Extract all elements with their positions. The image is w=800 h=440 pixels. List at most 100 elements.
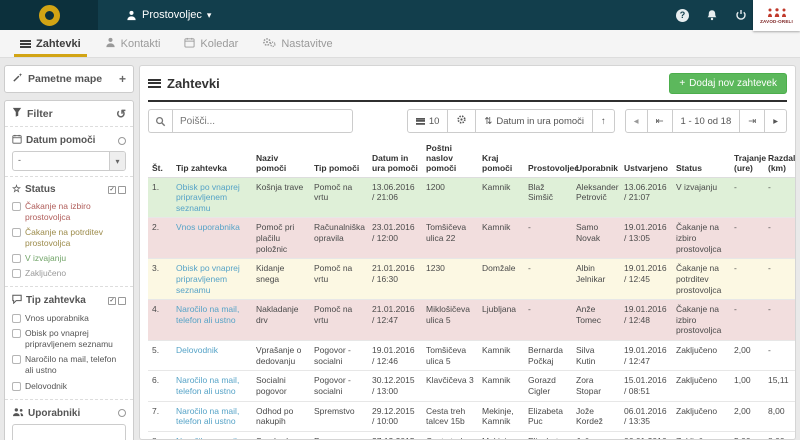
user-name: Silva Kutin xyxy=(572,341,620,371)
request-type-link[interactable]: Delovodnik xyxy=(172,341,252,371)
filter-option[interactable]: V izvajanju xyxy=(12,251,126,266)
request-type-link[interactable]: Obisk po vnaprej pripravljenem seznamu xyxy=(172,177,252,218)
request-type-link[interactable]: Naročilo na mail, telefon ali ustno xyxy=(172,431,252,440)
filter-option[interactable]: Čakanje na potrditev prostovoljca xyxy=(12,225,126,251)
user-name: Aleksander Petrovič xyxy=(572,177,620,218)
column-header-8[interactable]: Prostovoljec xyxy=(524,140,572,177)
status-filter-title: Status xyxy=(25,184,56,195)
app-logo[interactable] xyxy=(0,0,98,30)
help-icon[interactable]: ? xyxy=(675,8,690,23)
filter-option-label: V izvajanju xyxy=(25,253,66,264)
help-name: Nakladanje drv xyxy=(252,300,310,341)
checkbox[interactable] xyxy=(12,269,21,278)
select-all-none-toggle[interactable]: ✓ xyxy=(108,297,126,305)
checkbox[interactable] xyxy=(12,314,21,323)
duration-value: 2,00 xyxy=(730,401,764,431)
column-header-7[interactable]: Kraj pomoči xyxy=(478,140,524,177)
checkbox[interactable] xyxy=(12,228,21,237)
column-header-6[interactable]: Poštni naslov pomoči xyxy=(422,140,478,177)
column-header-4[interactable]: Tip pomoči xyxy=(310,140,368,177)
filter-option[interactable]: Vnos uporabnika xyxy=(12,311,126,326)
filter-option[interactable]: Naročilo na mail, telefon ali ustno xyxy=(12,352,126,378)
checkbox[interactable] xyxy=(12,202,21,211)
table-row: 8.Naročilo na mail, telefon ali ustnoSpr… xyxy=(148,431,796,440)
sort-direction-button[interactable]: ↑ xyxy=(592,109,615,133)
select-all-none-toggle[interactable]: ✓ xyxy=(108,186,126,194)
help-datetime: 23.01.2016 / 12:00 xyxy=(368,218,422,259)
app-menu-dropdown[interactable]: Prostovoljec ▾ xyxy=(126,9,211,21)
request-type-link[interactable]: Naročilo na mail, telefon ali ustno xyxy=(172,401,252,431)
date-filter-radio[interactable] xyxy=(118,137,126,145)
first-page-icon: ⇤ xyxy=(656,116,664,127)
users-filter-input[interactable] xyxy=(12,424,126,440)
request-type-link[interactable]: Vnos uporabnika xyxy=(172,218,252,259)
checkbox[interactable] xyxy=(12,355,21,364)
help-address: Miklošičeva ulica 5 xyxy=(422,300,478,341)
status-text: Zaključeno xyxy=(672,431,730,440)
search-input[interactable] xyxy=(172,109,353,133)
add-request-button[interactable]: + Dodaj nov zahtevek xyxy=(669,73,787,94)
speech-bubble-icon xyxy=(12,294,22,307)
volunteer-name: Blaž Simšič xyxy=(524,177,572,218)
status-options-list: Čakanje na izbiro prostovoljcaČakanje na… xyxy=(12,199,126,281)
row-number: 2. xyxy=(148,218,172,259)
help-address: Cesta treh talcev xyxy=(422,431,478,440)
tab-kontakti[interactable]: Kontakti xyxy=(93,30,173,57)
help-datetime: 13.06.2016 / 21:06 xyxy=(368,177,422,218)
next-page-button[interactable]: ▸ xyxy=(764,109,787,133)
page-title: Zahtevki xyxy=(148,76,220,91)
column-header-3[interactable]: Naziv pomoči xyxy=(252,140,310,177)
checkbox[interactable] xyxy=(12,329,21,338)
row-number: 5. xyxy=(148,341,172,371)
status-text: Čakanje na izbiro prostovoljca xyxy=(672,218,730,259)
filter-option[interactable]: Obisk po vnaprej pripravljenem seznamu xyxy=(12,326,126,352)
first-page-button[interactable]: ⇤ xyxy=(647,109,673,133)
table-settings-button[interactable] xyxy=(447,109,476,133)
table-body: 1.Obisk po vnaprej pripravljenem seznamu… xyxy=(148,177,796,440)
smart-maps-panel: Pametne mape + xyxy=(4,65,134,93)
tab-nastavitve[interactable]: Nastavitve xyxy=(250,30,344,57)
distance-value: 15,11 xyxy=(764,371,796,401)
filter-option[interactable]: Zaključeno xyxy=(12,266,126,281)
checkbox[interactable] xyxy=(12,254,21,263)
date-filter-select[interactable]: - ▾ xyxy=(12,151,126,171)
sort-by-button[interactable]: ⇅ Datum in ura pomoči xyxy=(475,109,593,133)
notifications-bell-icon[interactable] xyxy=(704,8,719,23)
table-row: 1.Obisk po vnaprej pripravljenem seznamu… xyxy=(148,177,796,218)
logout-power-icon[interactable] xyxy=(733,8,748,23)
column-header-5[interactable]: Datum in ura pomoči xyxy=(368,140,422,177)
filter-option-label: Čakanje na potrditev prostovoljca xyxy=(25,227,126,249)
funnel-icon xyxy=(12,107,22,120)
page-size-button[interactable]: 10 xyxy=(407,109,449,133)
topbar: Prostovoljec ▾ ? ZAVOD-ORELI xyxy=(0,0,800,30)
checkbox[interactable] xyxy=(12,382,21,391)
tab-zahtevki[interactable]: Zahtevki xyxy=(8,30,93,57)
request-type-options-list: Vnos uporabnikaObisk po vnaprej pripravl… xyxy=(12,311,126,393)
column-header-12[interactable]: Trajanje (ure) xyxy=(730,140,764,177)
filter-date-section: Datum pomoči - ▾ xyxy=(5,126,133,176)
request-type-link[interactable]: Naročilo na mail, telefon ali ustno xyxy=(172,371,252,401)
last-page-button[interactable]: ⇥ xyxy=(739,109,765,133)
filter-reset-icon[interactable]: ↺ xyxy=(116,108,126,120)
volunteer-name: - xyxy=(524,259,572,300)
filter-option[interactable]: Čakanje na izbiro prostovoljca xyxy=(12,199,126,225)
help-datetime: 21.01.2016 / 16:30 xyxy=(368,259,422,300)
help-datetime: 19.01.2016 / 12:46 xyxy=(368,341,422,371)
page-range-label: 1 - 10 od 18 xyxy=(672,109,741,133)
request-type-link[interactable]: Obisk po vnaprej pripravljenem seznamu xyxy=(172,259,252,300)
tab-koledar[interactable]: Koledar xyxy=(172,30,250,57)
users-filter-radio[interactable] xyxy=(118,409,126,417)
prev-page-button[interactable]: ◂ xyxy=(625,109,648,133)
add-smart-map-button[interactable]: + xyxy=(119,73,126,85)
column-header-10[interactable]: Ustvarjeno xyxy=(620,140,672,177)
request-type-link[interactable]: Naročilo na mail, telefon ali ustno xyxy=(172,300,252,341)
organization-logo[interactable]: ZAVOD-ORELI xyxy=(753,0,800,31)
column-header-1[interactable]: Št. xyxy=(148,140,172,177)
column-header-2[interactable]: Tip zahtevka xyxy=(172,140,252,177)
help-address: 1230 xyxy=(422,259,478,300)
help-address: 1200 xyxy=(422,177,478,218)
column-header-9[interactable]: Uporabnik xyxy=(572,140,620,177)
column-header-13[interactable]: Razdalja (km) xyxy=(764,140,796,177)
filter-option[interactable]: Delovodnik xyxy=(12,379,126,394)
column-header-11[interactable]: Status xyxy=(672,140,730,177)
